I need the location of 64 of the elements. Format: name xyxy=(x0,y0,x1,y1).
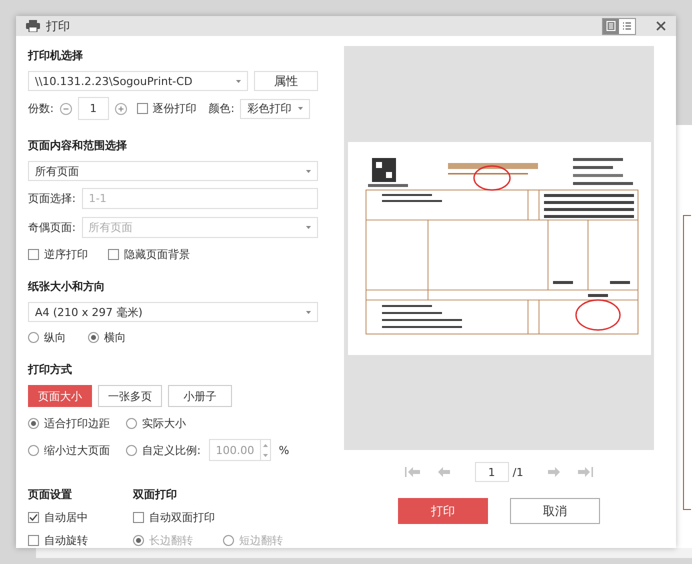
radio-label: 纵向 xyxy=(44,330,66,345)
field-label: 页面选择: xyxy=(28,191,76,206)
printer-select[interactable]: \\10.131.2.23\SogouPrint-CD xyxy=(28,71,248,91)
range-select[interactable]: 所有页面 xyxy=(28,161,318,181)
list-view-button[interactable] xyxy=(619,18,635,34)
checkbox[interactable] xyxy=(136,103,148,114)
page-icon xyxy=(606,21,616,31)
radio-label: 实际大小 xyxy=(142,416,186,431)
radio-button[interactable] xyxy=(126,444,137,456)
plus-icon[interactable] xyxy=(114,102,127,114)
caret-icon xyxy=(236,80,241,82)
checkbox[interactable] xyxy=(28,249,39,260)
color-select[interactable]: 彩色打印 xyxy=(240,98,310,118)
section-title: 纸张大小和方向 xyxy=(28,279,106,294)
field-label: 奇偶页面: xyxy=(28,220,76,235)
printer-icon xyxy=(26,20,40,32)
page-field[interactable]: 1 xyxy=(474,462,509,482)
paper-size-select[interactable]: A4 (210 x 297 毫米) xyxy=(28,302,318,322)
radio-button[interactable] xyxy=(88,332,99,343)
radio-label: 长边翻转 xyxy=(149,533,193,548)
page-view-button[interactable] xyxy=(603,18,619,34)
spin-down-icon[interactable] xyxy=(262,454,268,456)
radio-label: 短边翻转 xyxy=(239,533,283,548)
radio-button[interactable] xyxy=(28,418,39,429)
radio-label: 自定义比例: xyxy=(142,442,201,458)
radio-label: 缩小过大页面 xyxy=(44,442,110,458)
cancel-button[interactable]: 取消 xyxy=(510,498,600,524)
checkbox[interactable] xyxy=(108,249,119,260)
print-mode-tab[interactable]: 一张多页 xyxy=(98,385,162,407)
section-title: 打印方式 xyxy=(28,362,73,377)
page-total: /1 xyxy=(512,466,524,478)
window-title: 打印 xyxy=(46,18,71,34)
percent-label: % xyxy=(278,444,290,456)
section-title: 打印机选择 xyxy=(28,48,84,63)
radio-button[interactable] xyxy=(28,332,39,343)
radio-label: 横向 xyxy=(104,330,126,345)
copies-label: 份数: xyxy=(28,101,54,116)
properties-button[interactable]: 属性 xyxy=(254,71,318,91)
checkbox-label: 自动居中 xyxy=(44,510,88,525)
checkbox-label: 逐份打印 xyxy=(152,101,197,116)
close-icon[interactable] xyxy=(656,21,666,31)
print-button[interactable]: 打印 xyxy=(398,498,488,524)
caret-icon xyxy=(306,170,311,172)
section-title: 双面打印 xyxy=(133,487,178,502)
caret-icon xyxy=(306,226,311,229)
caret-icon xyxy=(306,310,311,314)
section-title: 页面内容和范围选择 xyxy=(28,138,128,153)
radio-label: 适合打印边距 xyxy=(44,416,110,431)
print-mode-tab[interactable]: 页面大小 xyxy=(28,385,92,407)
color-label: 颜色: xyxy=(208,101,234,116)
checkbox[interactable] xyxy=(28,512,39,523)
minus-icon[interactable] xyxy=(60,102,72,114)
print-mode-tab[interactable]: 小册子 xyxy=(168,385,232,407)
checkbox-label: 逆序打印 xyxy=(44,247,88,262)
section-title: 页面设置 xyxy=(28,487,73,502)
checkbox-label: 自动双面打印 xyxy=(149,510,215,525)
radio-button[interactable] xyxy=(28,444,39,456)
checkbox[interactable] xyxy=(28,535,39,546)
spin-up-icon[interactable] xyxy=(262,444,268,446)
copies-field[interactable]: 1 xyxy=(78,97,109,120)
caret-icon xyxy=(298,107,304,110)
checkbox-label: 隐藏页面背景 xyxy=(124,247,190,262)
checkbox-label: 自动旋转 xyxy=(44,533,88,548)
radio-button[interactable] xyxy=(126,418,137,429)
